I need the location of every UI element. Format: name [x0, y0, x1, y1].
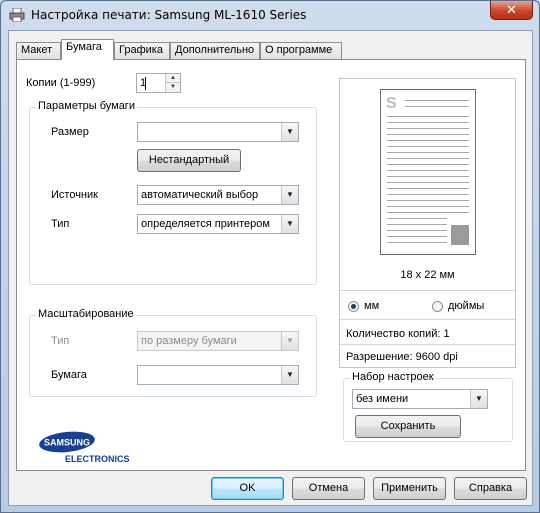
- tab-paper[interactable]: Бумага: [61, 39, 114, 60]
- help-button[interactable]: Справка: [454, 477, 527, 500]
- resolution-info: Разрешение: 9600 dpi: [346, 351, 458, 363]
- tab-layout[interactable]: Макет: [16, 42, 61, 59]
- favorites-dropdown[interactable]: без имени ▼: [352, 389, 488, 409]
- save-favorite-button[interactable]: Сохранить: [355, 415, 461, 438]
- divider: [340, 319, 515, 320]
- spin-down-icon[interactable]: ▼: [166, 83, 180, 92]
- cancel-button[interactable]: Отмена: [292, 477, 365, 500]
- scaling-type-label: Тип: [51, 335, 70, 347]
- scaling-type-dropdown: по размеру бумаги ▼: [137, 331, 299, 351]
- page-lines: [387, 100, 469, 245]
- favorites-group: Набор настроек без имени ▼ Сохранить: [343, 371, 513, 442]
- chevron-down-icon[interactable]: ▼: [281, 123, 298, 141]
- tab-graphics[interactable]: Графика: [114, 42, 170, 59]
- chevron-down-icon[interactable]: ▼: [281, 215, 298, 233]
- close-icon: ✕: [506, 2, 517, 17]
- divider: [340, 290, 515, 291]
- close-button[interactable]: ✕: [490, 1, 533, 20]
- scaling-title: Масштабирование: [36, 308, 136, 320]
- tab-advanced[interactable]: Дополнительно: [170, 42, 260, 59]
- text-caret: [145, 77, 146, 90]
- scaling-paper-dropdown[interactable]: ▼: [137, 365, 299, 385]
- chevron-down-icon[interactable]: ▼: [281, 366, 298, 384]
- preview-panel: S 18 x 22 мм мм дюймы Количество копий: …: [339, 78, 516, 368]
- paper-options-group: Параметры бумаги Размер ▼ Нестандартный …: [29, 100, 317, 285]
- window-title: Настройка печати: Samsung ML-1610 Series: [31, 8, 307, 22]
- unit-mm-label[interactable]: мм: [364, 300, 379, 312]
- chevron-down-icon[interactable]: ▼: [281, 186, 298, 204]
- unit-inches-radio[interactable]: [432, 301, 443, 312]
- copies-info: Количество копий: 1: [346, 328, 450, 340]
- paper-tab-panel: Копии (1-999) 1 ▲ ▼ Параметры бумаги Раз…: [16, 59, 526, 471]
- title-bar[interactable]: Настройка печати: Samsung ML-1610 Series…: [1, 1, 539, 29]
- copies-spinner[interactable]: 1 ▲ ▼: [136, 73, 181, 93]
- samsung-logo: SAMSUNG ELECTRONICS: [39, 431, 130, 464]
- paper-options-title: Параметры бумаги: [36, 100, 137, 112]
- scaling-type-value: по размеру бумаги: [141, 335, 237, 347]
- type-value: определяется принтером: [141, 218, 270, 230]
- dialog-body: Макет Бумага Графика Дополнительно О про…: [8, 30, 533, 506]
- printer-icon: [9, 8, 25, 22]
- type-label: Тип: [51, 218, 70, 230]
- favorites-value: без имени: [356, 393, 409, 405]
- size-dropdown[interactable]: ▼: [137, 122, 299, 142]
- page-preview: S: [380, 89, 476, 255]
- logo-line2: ELECTRONICS: [65, 454, 130, 464]
- apply-button[interactable]: Применить: [373, 477, 446, 500]
- tab-about[interactable]: О программе: [260, 42, 342, 59]
- source-label: Источник: [51, 189, 98, 201]
- unit-mm-radio[interactable]: [348, 301, 359, 312]
- paper-dimensions: 18 x 22 мм: [400, 269, 455, 281]
- size-label: Размер: [51, 126, 89, 138]
- divider: [340, 344, 515, 345]
- spinner-arrows[interactable]: ▲ ▼: [165, 74, 180, 92]
- ok-button[interactable]: OK: [211, 477, 284, 500]
- scaling-group: Масштабирование Тип по размеру бумаги ▼ …: [29, 308, 317, 397]
- source-value: автоматический выбор: [141, 189, 259, 201]
- type-dropdown[interactable]: определяется принтером ▼: [137, 214, 299, 234]
- logo-line1: SAMSUNG: [44, 438, 90, 448]
- chevron-down-icon[interactable]: ▼: [470, 390, 487, 408]
- favorites-title: Набор настроек: [350, 371, 436, 383]
- print-settings-window: Настройка печати: Samsung ML-1610 Series…: [0, 0, 540, 513]
- unit-inches-label[interactable]: дюймы: [448, 300, 484, 312]
- chevron-down-icon: ▼: [281, 332, 298, 350]
- scaling-paper-label: Бумага: [51, 369, 87, 381]
- spin-up-icon[interactable]: ▲: [166, 74, 180, 83]
- copies-label: Копии (1-999): [26, 77, 96, 89]
- custom-size-button[interactable]: Нестандартный: [137, 149, 241, 172]
- source-dropdown[interactable]: автоматический выбор ▼: [137, 185, 299, 205]
